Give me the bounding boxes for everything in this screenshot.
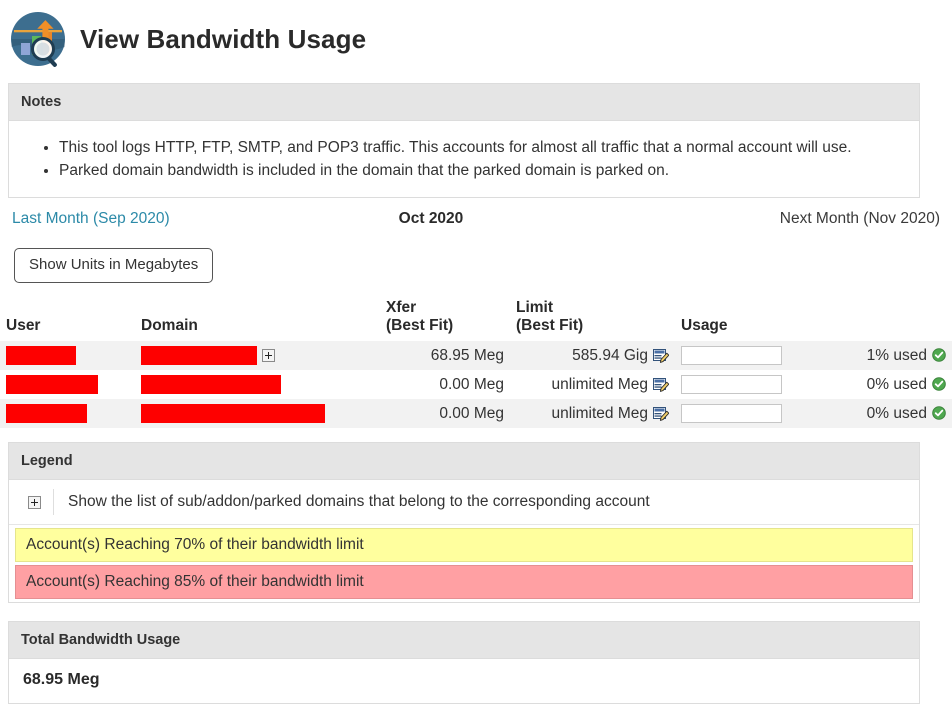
notes-heading: Notes (9, 84, 919, 121)
edit-limit-icon[interactable] (653, 348, 669, 363)
limit-label-line2: (Best Fit) (516, 317, 583, 334)
edit-limit-icon[interactable] (653, 377, 669, 392)
cell-xfer: 0.00 Meg (380, 370, 510, 399)
usage-progress-bar (681, 346, 782, 365)
status-ok-icon (932, 348, 946, 362)
cell-xfer: 68.95 Meg (380, 341, 510, 370)
legend-expand-text: Show the list of sub/addon/parked domain… (68, 493, 650, 511)
total-bandwidth-value: 68.95 Meg (9, 659, 919, 703)
show-units-in-megabytes-button[interactable]: Show Units in Megabytes (14, 248, 213, 283)
cell-usage-percent: 0% used (805, 399, 952, 428)
next-month-link[interactable]: Next Month (Nov 2020) (780, 210, 940, 228)
redacted-domain (141, 404, 325, 423)
bandwidth-table: User Domain Xfer (Best Fit) Limit (Best … (0, 299, 952, 429)
legend-expand-row: Show the list of sub/addon/parked domain… (9, 480, 919, 525)
notes-body: This tool logs HTTP, FTP, SMTP, and POP3… (9, 121, 919, 197)
redacted-username (6, 346, 76, 365)
status-ok-icon (932, 406, 946, 420)
cell-usage-bar (675, 370, 805, 399)
cell-limit: unlimited Meg (510, 399, 675, 428)
xfer-label-line1: Xfer (386, 299, 416, 316)
month-navigation: Last Month (Sep 2020) Oct 2020 Next Mont… (8, 210, 944, 238)
cell-usage-bar (675, 341, 805, 370)
cell-usage-percent: 0% used (805, 370, 952, 399)
redacted-username (6, 404, 87, 423)
usage-percent-text: 0% used (867, 376, 927, 393)
column-header-usage-percent (805, 299, 952, 342)
cell-usage-bar (675, 399, 805, 428)
cell-user (0, 341, 135, 370)
legend-band-70: Account(s) Reaching 70% of their bandwid… (15, 528, 913, 562)
notes-panel: Notes This tool logs HTTP, FTP, SMTP, an… (8, 83, 920, 198)
cell-user (0, 370, 135, 399)
legend-divider (53, 489, 54, 515)
cell-usage-percent: 1% used (805, 341, 952, 370)
column-header-limit: Limit (Best Fit) (510, 299, 675, 342)
page-title: View Bandwidth Usage (80, 24, 366, 55)
cell-domain (135, 370, 380, 399)
status-ok-icon (932, 377, 946, 391)
column-header-xfer: Xfer (Best Fit) (380, 299, 510, 342)
column-header-user: User (0, 299, 135, 342)
bandwidth-chart-magnifier-icon (10, 11, 66, 67)
redacted-domain (141, 375, 281, 394)
cell-user (0, 399, 135, 428)
legend-body: Show the list of sub/addon/parked domain… (9, 480, 919, 599)
usage-progress-bar (681, 404, 782, 423)
cell-domain (135, 399, 380, 428)
xfer-label-line2: (Best Fit) (386, 317, 453, 334)
edit-limit-icon[interactable] (653, 406, 669, 421)
redacted-username (6, 375, 98, 394)
table-header-row: User Domain Xfer (Best Fit) Limit (Best … (0, 299, 952, 342)
expand-domains-icon[interactable] (262, 349, 275, 362)
cell-xfer: 0.00 Meg (380, 399, 510, 428)
total-bandwidth-heading: Total Bandwidth Usage (9, 622, 919, 659)
bandwidth-table-body: 68.95 Meg585.94 Gig 1% used 0.00 Megunlimi… (0, 341, 952, 428)
cell-limit: unlimited Meg (510, 370, 675, 399)
cell-limit: 585.94 Gig (510, 341, 675, 370)
usage-progress-bar (681, 375, 782, 394)
page-header: View Bandwidth Usage (0, 0, 952, 70)
table-row: 68.95 Meg585.94 Gig 1% used (0, 341, 952, 370)
legend-heading: Legend (9, 443, 919, 480)
table-row: 0.00 Megunlimited Meg 0% used (0, 370, 952, 399)
redacted-domain (141, 346, 257, 365)
column-header-usage: Usage (675, 299, 805, 342)
usage-percent-text: 0% used (867, 405, 927, 422)
limit-label-line1: Limit (516, 299, 553, 316)
notes-list: This tool logs HTTP, FTP, SMTP, and POP3… (21, 137, 907, 182)
note-item: This tool logs HTTP, FTP, SMTP, and POP3… (59, 137, 907, 159)
total-bandwidth-panel: Total Bandwidth Usage 68.95 Meg (8, 621, 920, 704)
column-header-domain: Domain (135, 299, 380, 342)
legend-band-85: Account(s) Reaching 85% of their bandwid… (15, 565, 913, 599)
table-row: 0.00 Megunlimited Meg 0% used (0, 399, 952, 428)
note-item: Parked domain bandwidth is included in t… (59, 160, 907, 182)
legend-panel: Legend Show the list of sub/addon/parked… (8, 442, 920, 603)
cell-domain (135, 341, 380, 370)
expand-plus-icon[interactable] (28, 496, 41, 509)
usage-percent-text: 1% used (867, 347, 927, 364)
